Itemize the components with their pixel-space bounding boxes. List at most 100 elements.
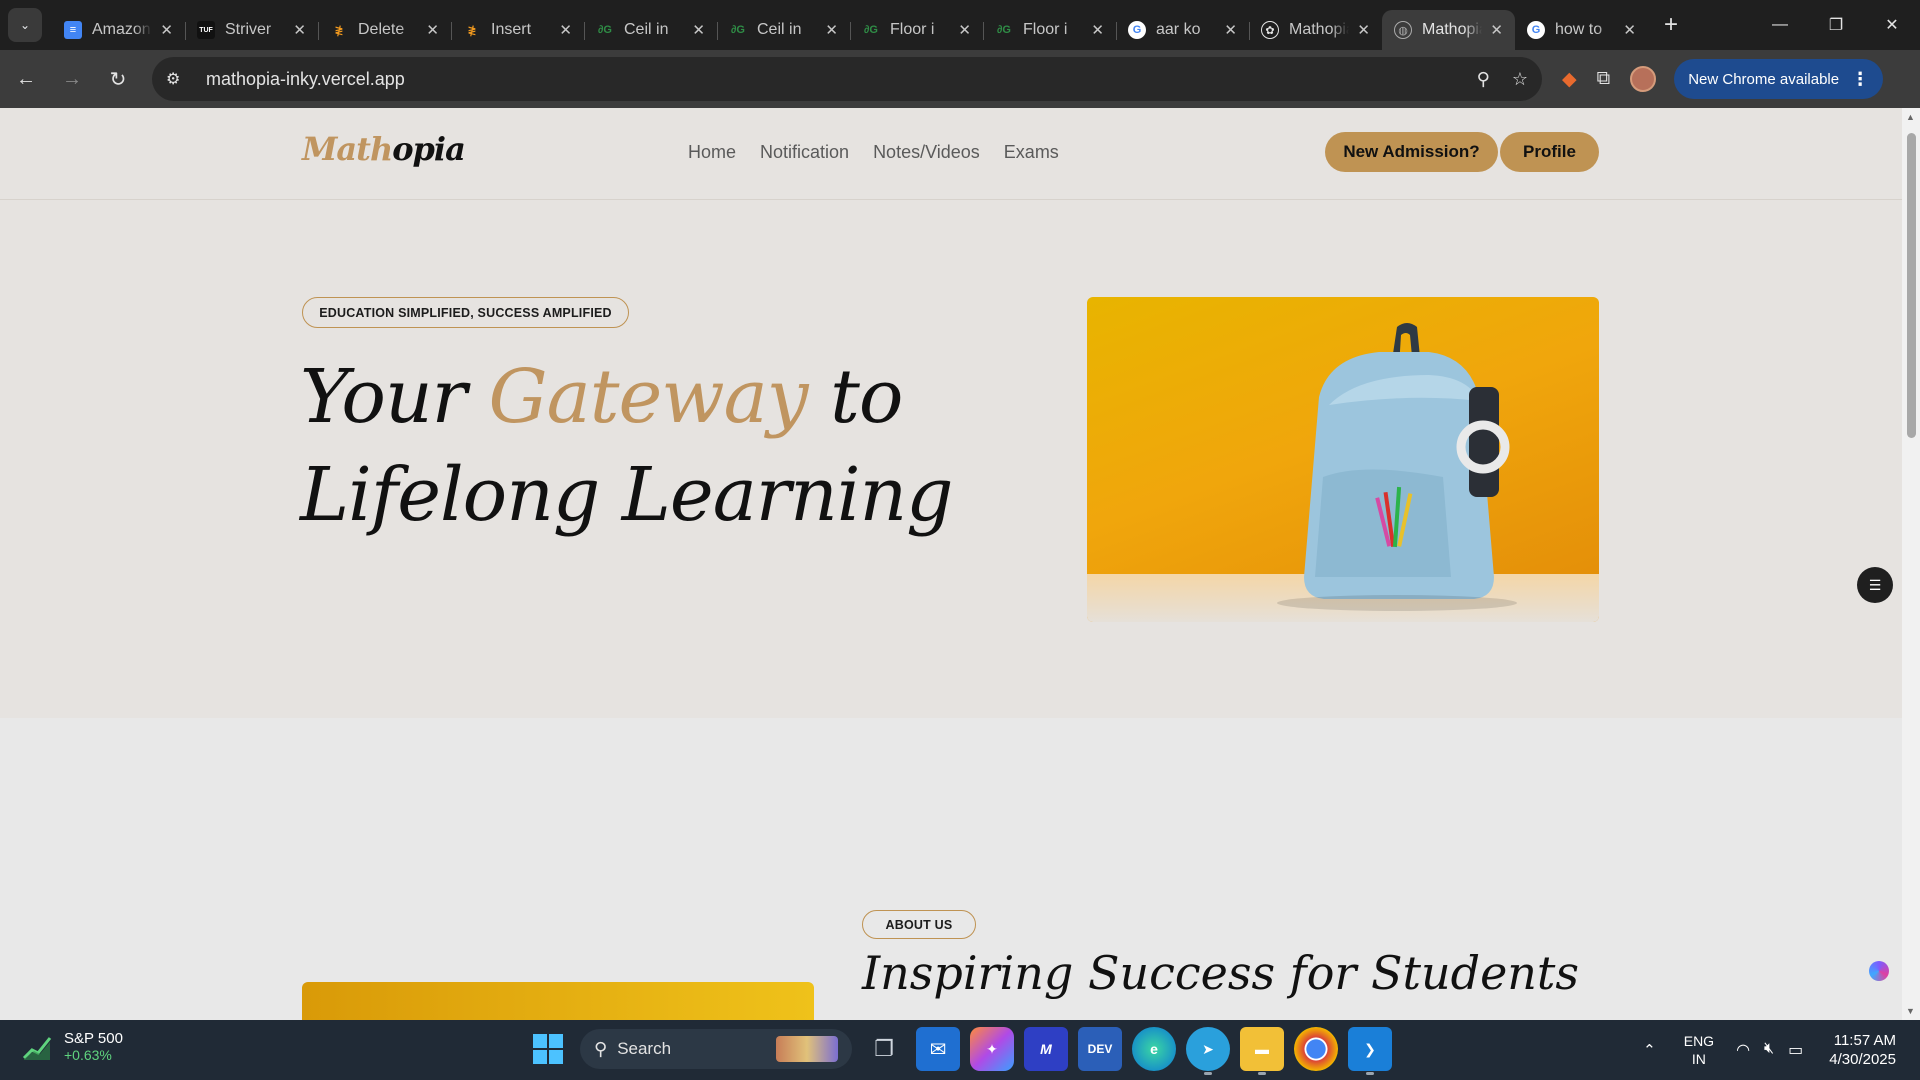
minimize-icon[interactable]: — [1752, 0, 1808, 50]
new-tab-button[interactable]: + [1664, 11, 1678, 39]
telegram-icon[interactable]: ➤ [1186, 1027, 1230, 1075]
reload-icon: ↻ [109, 68, 127, 91]
browser-tab[interactable]: Ghow to ✕ [1515, 10, 1648, 50]
tuf-icon: TUF [197, 21, 215, 39]
chrome-icon[interactable] [1294, 1027, 1338, 1071]
tab-title: Ceil in [624, 21, 669, 38]
zoom-icon[interactable]: ⚲ [1477, 69, 1490, 90]
browser-tab[interactable]: ∂G Ceil in ✕ [584, 10, 718, 50]
clock-date: 4/30/2025 [1829, 1051, 1896, 1068]
taskbar-clock[interactable]: 11:57 AM 4/30/2025 [1829, 1031, 1896, 1069]
close-icon[interactable]: ✕ [692, 21, 705, 39]
nav-exams[interactable]: Exams [1004, 142, 1059, 163]
search-label: Search [617, 1039, 672, 1058]
codestudio-icon: ≹ [467, 24, 477, 37]
close-icon[interactable]: ✕ [958, 21, 971, 39]
browser-tab[interactable]: ≹ Delete ✕ [318, 10, 452, 50]
browser-tab[interactable]: TUF Striver ✕ [185, 10, 319, 50]
extensions-puzzle-icon[interactable]: ⧉ [1597, 68, 1611, 90]
browser-tab[interactable]: Gaar ko ✕ [1116, 10, 1250, 50]
lang-region: IN [1691, 1051, 1706, 1067]
scroll-down-icon[interactable]: ▼ [1906, 1006, 1915, 1016]
copilot-icon[interactable]: ✦ [970, 1027, 1014, 1071]
menu-kebab-icon: ⋮ [1851, 68, 1870, 89]
extension-fox-icon[interactable]: ◆ [1562, 68, 1577, 91]
forward-button[interactable]: → [52, 59, 92, 99]
url-text[interactable]: mathopia-inky.vercel.app [206, 69, 1455, 90]
profile-avatar[interactable] [1630, 66, 1657, 92]
about-badge: ABOUT US [862, 910, 976, 939]
lang-code: ENG [1683, 1033, 1715, 1049]
close-icon[interactable]: ✕ [559, 21, 572, 39]
google-docs-icon: ≡ [64, 21, 82, 39]
tab-title: Amazon [92, 21, 151, 38]
close-icon[interactable]: ✕ [1623, 21, 1636, 39]
close-icon[interactable]: ✕ [160, 21, 173, 39]
close-icon[interactable]: ✕ [825, 21, 838, 39]
site-logo[interactable]: Mathopia [302, 130, 466, 168]
tab-search-button[interactable]: ⌄ [8, 8, 42, 42]
about-title: Inspiring Success for Students [862, 946, 1580, 1000]
close-window-icon[interactable]: ✕ [1864, 0, 1920, 50]
scrollbar-thumb[interactable] [1907, 133, 1916, 438]
new-admission-button[interactable]: New Admission? [1325, 132, 1498, 172]
chatgpt-icon: ✿ [1261, 21, 1279, 39]
backpack-illustration [1277, 323, 1517, 611]
scroll-up-icon[interactable]: ▲ [1906, 112, 1915, 122]
search-highlight-image [776, 1036, 838, 1062]
restore-icon[interactable]: ❐ [1808, 0, 1864, 50]
hero-title-highlight: Gateway [488, 354, 809, 440]
chrome-update-button[interactable]: New Chrome available ⋮ [1674, 59, 1884, 99]
stock-name: S&P 500 [64, 1030, 123, 1047]
nav-notes-videos[interactable]: Notes/Videos [873, 142, 980, 163]
stock-widget[interactable]: S&P 500 +0.63% [22, 1030, 123, 1063]
address-bar[interactable]: ⚙ mathopia-inky.vercel.app ⚲ ☆ [152, 57, 1542, 101]
wifi-icon: ◠ [1736, 1042, 1751, 1059]
browser-tab[interactable]: ∂G Floor i ✕ [983, 10, 1117, 50]
floating-menu-button[interactable]: ☰ [1857, 567, 1893, 603]
edge-icon[interactable]: e [1132, 1027, 1176, 1071]
language-indicator[interactable]: ENG IN [1684, 1032, 1714, 1068]
close-icon[interactable]: ✕ [1224, 21, 1237, 39]
hero-title-part: Your [300, 354, 489, 440]
teams-style-icon[interactable]: M [1024, 1027, 1068, 1071]
geeksforgeeks-icon: ∂G [864, 24, 878, 36]
chevron-up-icon[interactable]: ⌃ [1643, 1041, 1656, 1059]
battery-icon: ▭ [1788, 1042, 1804, 1059]
browser-tab[interactable]: ∂G Ceil in ✕ [717, 10, 851, 50]
site-nav: Home Notification Notes/Videos Exams [688, 142, 1059, 163]
close-icon[interactable]: ✕ [426, 21, 439, 39]
nav-home[interactable]: Home [688, 142, 736, 163]
arrow-left-icon: ← [16, 67, 36, 90]
vscode-icon[interactable]: ❯ [1348, 1027, 1392, 1075]
mail-icon[interactable]: ✉ [916, 1027, 960, 1071]
reload-button[interactable]: ↻ [98, 59, 138, 99]
close-icon[interactable]: ✕ [293, 21, 306, 39]
browser-toolbar: ← → ↻ ⚙ mathopia-inky.vercel.app ⚲ ☆ ◆ ⧉… [0, 50, 1920, 108]
taskbar-search[interactable]: ⚲ Search [580, 1029, 852, 1069]
back-button[interactable]: ← [6, 59, 46, 99]
bookmark-star-icon[interactable]: ☆ [1512, 69, 1528, 90]
close-icon[interactable]: ✕ [1490, 21, 1503, 39]
page-scrollbar[interactable]: ▲ ▼ [1902, 108, 1920, 1020]
arrow-right-icon: → [62, 67, 82, 90]
browser-tab[interactable]: ≹ Insert ✕ [451, 10, 585, 50]
geeksforgeeks-icon: ∂G [598, 24, 612, 36]
close-icon[interactable]: ✕ [1357, 21, 1370, 39]
tab-title: Mathopia [1422, 21, 1483, 38]
dev-home-icon[interactable]: DEV [1078, 1027, 1122, 1071]
windows-start-icon[interactable] [526, 1027, 570, 1071]
quick-settings[interactable]: ◠ 🔇︎ ▭ [1736, 1040, 1803, 1060]
assistant-orb-icon[interactable] [1869, 961, 1889, 981]
browser-tab[interactable]: ∂G Floor i ✕ [850, 10, 984, 50]
profile-button[interactable]: Profile [1500, 132, 1599, 172]
browser-tab[interactable]: ≡ Amazon ✕ [52, 10, 186, 50]
browser-tab[interactable]: ✿ Mathopia ✕ [1249, 10, 1383, 50]
nav-notification[interactable]: Notification [760, 142, 849, 163]
browser-tab-active[interactable]: ◍ Mathopia ✕ [1382, 10, 1515, 50]
file-explorer-icon[interactable]: ▬ [1240, 1027, 1284, 1075]
site-info-icon[interactable]: ⚙ [166, 69, 190, 89]
web-page: Mathopia Home Notification Notes/Videos … [0, 108, 1902, 1020]
close-icon[interactable]: ✕ [1091, 21, 1104, 39]
task-view-icon[interactable]: ❐ [862, 1027, 906, 1071]
